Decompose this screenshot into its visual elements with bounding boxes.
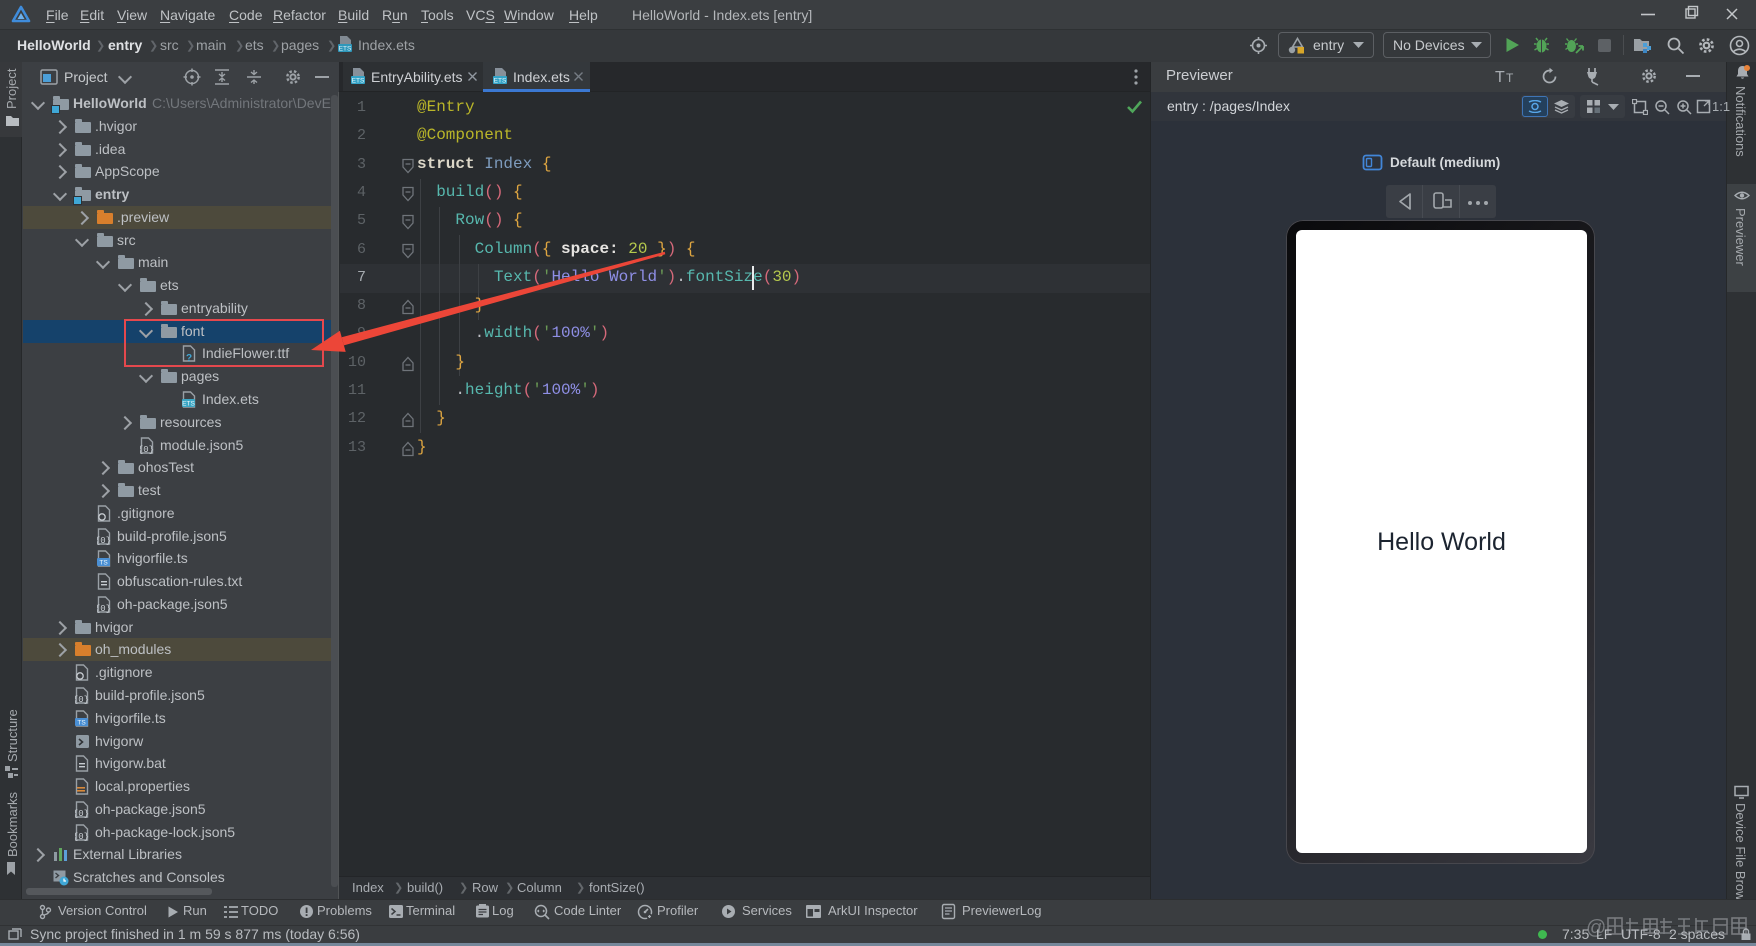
svg-text:ETS: ETS — [182, 401, 195, 408]
svg-text:{0}: {0} — [97, 536, 111, 545]
svg-text:T: T — [1495, 69, 1505, 85]
svg-text:T: T — [1506, 71, 1514, 85]
svg-text:TS: TS — [99, 560, 108, 567]
svg-text:{0}: {0} — [75, 809, 89, 818]
svg-text:@: @ — [1586, 917, 1606, 939]
svg-text:{0}: {0} — [140, 445, 154, 454]
svg-text:{0}: {0} — [75, 695, 89, 704]
svg-text:ETS: ETS — [339, 46, 352, 53]
svg-text:{0}: {0} — [75, 832, 89, 841]
svg-text:ETS: ETS — [352, 78, 365, 85]
svg-text:TS: TS — [77, 720, 86, 727]
svg-text:{0}: {0} — [97, 604, 111, 613]
svg-text:ETS: ETS — [494, 78, 507, 85]
